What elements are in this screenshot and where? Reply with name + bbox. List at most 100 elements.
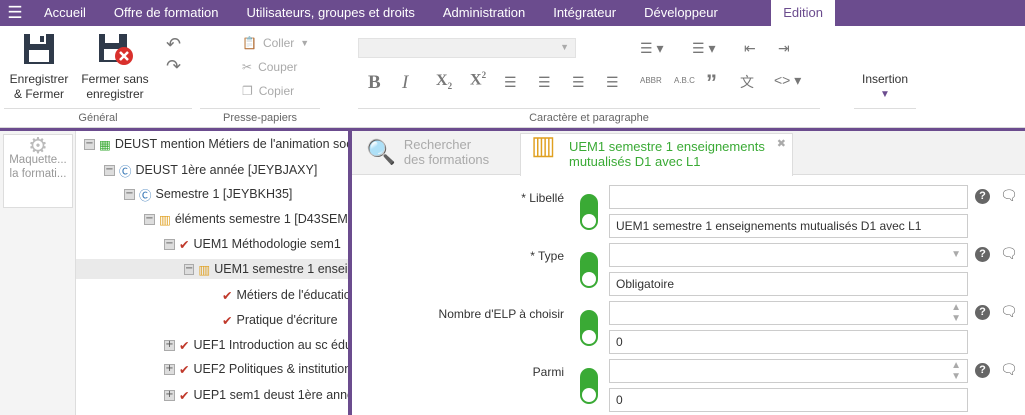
type-toggle[interactable] <box>580 252 598 288</box>
menu-accueil[interactable]: Accueil <box>30 0 100 26</box>
menu-utilisateurs[interactable]: Utilisateurs, groupes et droits <box>232 0 428 26</box>
menu-edition[interactable]: Edition <box>771 0 835 26</box>
align-right-icon[interactable]: ☰ <box>572 74 585 91</box>
top-menu-bar: ☰ Accueil Offre de formation Utilisateur… <box>0 0 1025 26</box>
copy-button[interactable]: ❐ Copier <box>242 84 294 98</box>
help-icon[interactable]: ? <box>975 363 990 378</box>
align-center-icon[interactable]: ☰ <box>538 74 551 91</box>
type-select[interactable]: ▼ <box>609 243 968 267</box>
lowercase-icon[interactable]: A.B.C <box>674 76 695 85</box>
libelle-label: * Libellé <box>521 191 564 205</box>
parmi-stepper[interactable]: ▲ ▼ <box>609 359 968 383</box>
chevron-down-icon: ▼ <box>880 89 890 100</box>
type-label: * Type <box>530 249 564 263</box>
libelle-field[interactable]: UEM1 semestre 1 enseignements mutualisés… <box>609 214 968 238</box>
tree-node-metiers[interactable]: ✔ Métiers de l'éducation <box>222 285 348 305</box>
tree-panel: − ▦ DEUST mention Métiers de l'animation s… <box>76 131 348 415</box>
ue-icon: ✔ <box>179 338 190 353</box>
ue-icon: ✔ <box>222 313 233 328</box>
hamburger-icon[interactable]: ☰ <box>0 0 30 26</box>
tab-bar: 🔍 Rechercher des formations ▥ UEM1 semest… <box>352 130 1025 176</box>
books-icon: ▥ <box>159 212 171 227</box>
group-general-label: Général <box>78 112 118 124</box>
menu-developpeur[interactable]: Développeur <box>630 0 732 26</box>
diploma-icon: ▦ <box>99 137 111 152</box>
uppercase-icon[interactable]: ABBR <box>640 76 662 85</box>
close-no-save-label: Fermer sans enregistrer <box>81 72 149 101</box>
font-select[interactable]: ▼ <box>358 38 576 58</box>
ue-icon: ✔ <box>179 362 190 377</box>
indent-icon[interactable]: ⇥ <box>778 40 790 57</box>
tab-uem1[interactable]: ▥ UEM1 semestre 1 enseignements mutualisé… <box>520 130 793 176</box>
code-icon[interactable]: <> ▾ <box>774 72 801 89</box>
align-justify-icon[interactable]: ☰ <box>606 74 619 91</box>
tab-search-formations[interactable]: 🔍 Rechercher des formations <box>366 137 489 167</box>
cut-button[interactable]: ✂ Couper <box>242 60 297 74</box>
comment-icon[interactable]: 🗨 <box>1000 187 1018 204</box>
superscript-icon[interactable]: X2 <box>470 70 486 89</box>
redo-icon[interactable]: ↷ <box>166 56 181 77</box>
parmi-toggle[interactable] <box>580 368 598 404</box>
tree-node-uem1-selected[interactable]: −▥UEM1 semestre 1 enseignements <box>76 259 348 279</box>
libelle-toggle[interactable] <box>580 194 598 230</box>
scissors-icon: ✂ <box>242 60 253 74</box>
menu-integrateur[interactable]: Intégrateur <box>539 0 630 26</box>
nb-elp-field[interactable]: 0 <box>609 330 968 354</box>
subscript-icon[interactable]: X2 <box>436 72 452 91</box>
save-icon <box>24 34 54 64</box>
tree-node-elements[interactable]: − ▥ éléments semestre 1 [D43SEM1] <box>144 209 348 229</box>
translate-icon[interactable]: 文 <box>740 72 754 92</box>
close-no-save-button[interactable]: Fermer sans enregistrer <box>78 32 152 102</box>
close-icon[interactable]: ✖ <box>777 137 786 152</box>
maquette-button[interactable]: ⚙ Maquette... la formati... <box>3 134 73 208</box>
bold-icon[interactable]: B <box>368 72 381 94</box>
ribbon: Enregistrer & Fermer Fermer sans enregis… <box>0 26 1025 128</box>
tree-node-uef2[interactable]: + ✔ UEF2 Politiques & institutions <box>164 359 348 379</box>
search-icon: 🔍 <box>366 138 396 166</box>
nb-elp-label: Nombre d'ELP à choisir <box>438 307 564 321</box>
tree-node-pratique[interactable]: ✔ Pratique d'écriture <box>222 310 338 330</box>
comment-icon[interactable]: 🗨 <box>1000 303 1018 320</box>
comment-icon[interactable]: 🗨 <box>1000 245 1018 262</box>
undo-icon[interactable]: ↶ <box>166 34 181 55</box>
ue-icon: ✔ <box>179 237 190 252</box>
tree-structure-icon: ⚙ <box>28 133 48 158</box>
bullet-list-icon[interactable]: ☰ ▾ <box>640 40 663 57</box>
quote-icon[interactable]: ” <box>706 70 717 96</box>
comment-icon[interactable]: 🗨 <box>1000 361 1018 378</box>
italic-icon[interactable]: I <box>402 72 408 94</box>
paste-icon: 📋 <box>242 36 257 50</box>
copy-icon: ❐ <box>242 84 253 98</box>
parmi-label: Parmi <box>532 365 564 379</box>
align-left-icon[interactable]: ☰ <box>504 74 517 91</box>
nb-elp-toggle[interactable] <box>580 310 598 346</box>
outdent-icon[interactable]: ⇤ <box>744 40 756 57</box>
help-icon[interactable]: ? <box>975 189 990 204</box>
tree-node-uep1[interactable]: + ✔ UEP1 sem1 deust 1ère année <box>164 385 348 405</box>
save-close-button[interactable]: Enregistrer & Fermer <box>6 32 72 102</box>
ue-icon: ✔ <box>222 288 233 303</box>
help-icon[interactable]: ? <box>975 305 990 320</box>
tree-node-semestre[interactable]: − Ⓒ Semestre 1 [JEYBKH35] <box>124 184 292 204</box>
c-circle-icon: Ⓒ <box>139 188 152 203</box>
ue-icon: ✔ <box>179 388 190 403</box>
libelle-top-field[interactable] <box>609 185 968 209</box>
nb-elp-stepper[interactable]: ▲ ▼ <box>609 301 968 325</box>
number-list-icon[interactable]: ☰ ▾ <box>692 40 715 57</box>
insert-button[interactable]: Insertion ▼ <box>852 72 918 102</box>
type-field[interactable]: Obligatoire <box>609 272 968 296</box>
c-circle-icon: Ⓒ <box>119 164 132 179</box>
paste-button[interactable]: 📋 Coller ▼ <box>242 36 309 50</box>
tree-node-uef1[interactable]: +✔UEF1 Introduction au sc éducation <box>164 335 348 355</box>
tree-node-deust[interactable]: − ▦ DEUST mention Métiers de l'animation s… <box>84 134 348 154</box>
tree-node-annee[interactable]: − Ⓒ DEUST 1ère année [JEYBJAXY] <box>104 160 317 180</box>
tree-node-uem1-metho[interactable]: − ✔ UEM1 Méthodologie sem1 <box>164 234 341 254</box>
books-icon: ▥ <box>198 262 211 277</box>
menu-offre-formation[interactable]: Offre de formation <box>100 0 233 26</box>
save-close-label: Enregistrer & Fermer <box>9 72 69 101</box>
help-icon[interactable]: ? <box>975 247 990 262</box>
books-icon: ▥ <box>531 130 556 160</box>
menu-administration[interactable]: Administration <box>429 0 539 26</box>
group-format-label: Caractère et paragraphe <box>529 112 649 124</box>
parmi-field[interactable]: 0 <box>609 388 968 412</box>
